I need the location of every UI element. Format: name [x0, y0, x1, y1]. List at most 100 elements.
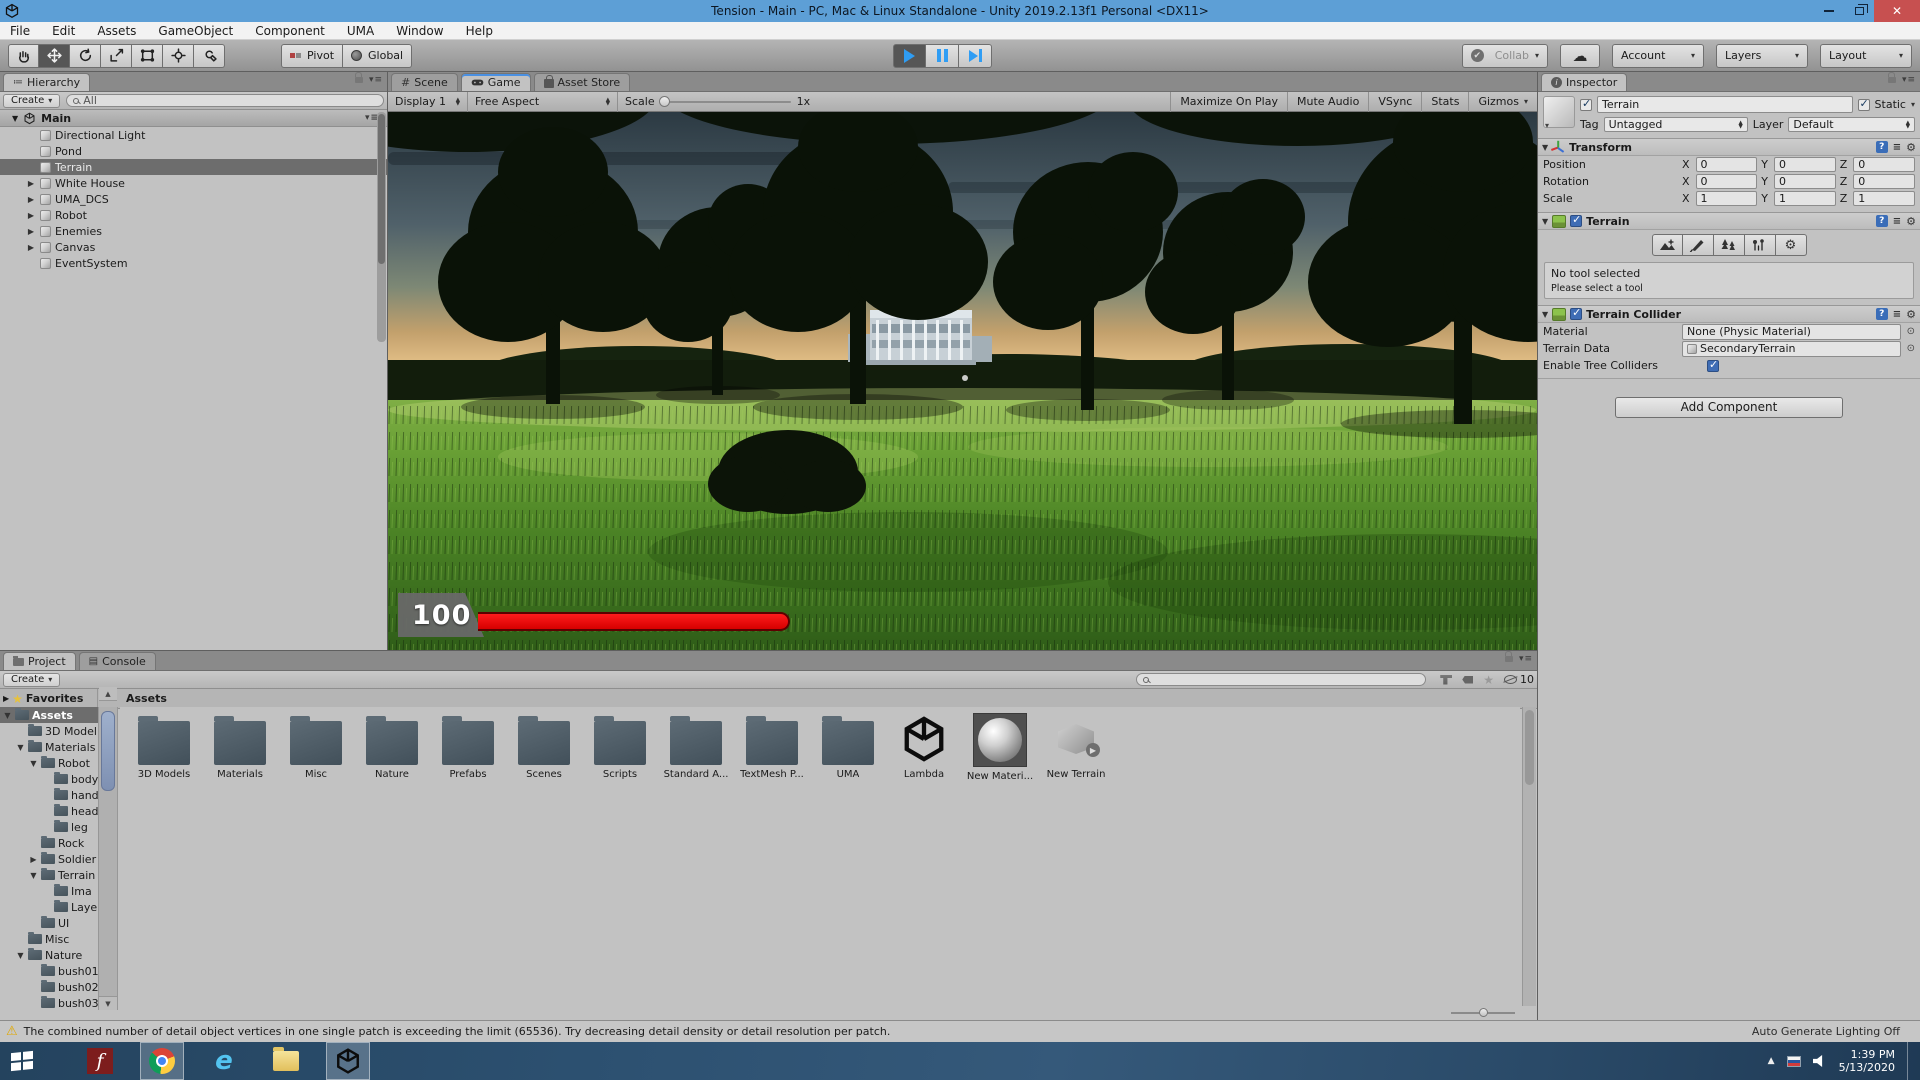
tree-colliders-checkbox[interactable]	[1707, 360, 1719, 372]
tag-dropdown[interactable]: Untagged	[1604, 117, 1748, 132]
scrollbar-thumb[interactable]	[101, 711, 115, 791]
expand-arrow[interactable]: ▼	[3, 711, 12, 720]
terrain-details-tool-button[interactable]	[1745, 234, 1776, 256]
taskbar-explorer-icon[interactable]	[264, 1042, 308, 1080]
gear-icon[interactable]: ⚙	[1906, 142, 1916, 153]
expand-arrow[interactable]: ▶	[3, 694, 9, 703]
scale-slider-knob[interactable]	[659, 96, 670, 107]
tree-row[interactable]: ▶Soldier	[0, 851, 98, 867]
scroll-down-button[interactable]: ▼	[99, 996, 117, 1010]
gizmos-dropdown[interactable]: Gizmos▾	[1469, 92, 1537, 112]
expand-arrow[interactable]: ▼	[16, 743, 25, 752]
asset-item[interactable]: Misc	[278, 713, 354, 780]
hierarchy-item[interactable]: ▶Canvas	[0, 239, 387, 255]
add-component-button[interactable]: Add Component	[1615, 397, 1843, 418]
tree-row[interactable]: ▼Nature	[0, 947, 98, 963]
terrain-component-header[interactable]: ▼ Terrain ?≡⚙	[1538, 212, 1920, 230]
global-button[interactable]: Global	[343, 44, 412, 68]
panel-menu-icon[interactable]: ▾≡	[1519, 654, 1533, 664]
tree-row[interactable]: UI	[0, 915, 98, 931]
tree-row[interactable]: bush02	[0, 979, 98, 995]
expand-arrow[interactable]: ▼	[1542, 143, 1548, 152]
expand-arrow[interactable]: ▶	[26, 243, 36, 252]
terrain-paint-tool-button[interactable]	[1683, 234, 1714, 256]
menu-assets[interactable]: Assets	[97, 24, 136, 38]
restore-button[interactable]	[1844, 0, 1874, 22]
expand-arrow[interactable]: ▶	[26, 195, 36, 204]
scrollbar-thumb[interactable]	[1525, 710, 1534, 785]
hierarchy-create-button[interactable]: Create▾	[3, 94, 60, 108]
layer-dropdown[interactable]: Default	[1788, 117, 1915, 132]
rotation-y-field[interactable]: 0	[1774, 174, 1836, 189]
tree-row[interactable]: 3D Model	[0, 723, 98, 739]
game-tab[interactable]: Game	[461, 73, 531, 91]
gear-icon[interactable]: ⚙	[1906, 309, 1916, 320]
object-icon[interactable]	[1543, 96, 1575, 128]
scroll-up-button[interactable]: ▲	[99, 687, 117, 701]
rotation-z-field[interactable]: 0	[1853, 174, 1915, 189]
menu-gameobject[interactable]: GameObject	[158, 24, 233, 38]
minimize-button[interactable]	[1814, 0, 1844, 22]
hierarchy-search-input[interactable]: All	[66, 94, 384, 107]
help-icon[interactable]: ?	[1876, 215, 1888, 227]
object-picker-icon[interactable]: ⊙	[1907, 343, 1915, 354]
position-z-field[interactable]: 0	[1853, 157, 1915, 172]
zoom-slider-knob[interactable]	[1479, 1008, 1488, 1017]
panel-menu-icon[interactable]: ▾≡	[369, 75, 383, 85]
hierarchy-item[interactable]: Pond	[0, 143, 387, 159]
display-dropdown[interactable]: Display 1	[388, 92, 468, 112]
hierarchy-item-selected[interactable]: Terrain	[0, 159, 387, 175]
asset-store-tab[interactable]: Asset Store	[534, 73, 631, 91]
expand-arrow[interactable]: ▶	[29, 855, 38, 864]
auto-generate-lighting-label[interactable]: Auto Generate Lighting Off	[1752, 1025, 1900, 1038]
tree-row[interactable]: ▼Terrain	[0, 867, 98, 883]
scale-y-field[interactable]: 1	[1774, 191, 1836, 206]
search-by-label-icon[interactable]	[1462, 676, 1473, 684]
menu-help[interactable]: Help	[466, 24, 493, 38]
taskbar-flash-icon[interactable]: f	[78, 1042, 122, 1080]
hierarchy-item[interactable]: ▶Enemies	[0, 223, 387, 239]
account-dropdown[interactable]: Account▾	[1612, 44, 1704, 68]
keyboard-language-icon[interactable]	[1787, 1056, 1801, 1067]
console-tab[interactable]: ▤Console	[79, 652, 156, 670]
aspect-dropdown[interactable]: Free Aspect	[468, 92, 618, 112]
scene-row-main[interactable]: ▼ Main ▾≡	[0, 110, 387, 127]
rotate-tool-button[interactable]	[70, 44, 101, 68]
panel-menu-icon[interactable]: ▾≡	[1902, 75, 1916, 85]
step-button[interactable]	[959, 44, 992, 68]
hierarchy-item[interactable]: ▶UMA_DCS	[0, 191, 387, 207]
asset-zoom-slider[interactable]	[1451, 1008, 1515, 1018]
scene-expand-arrow[interactable]: ▼	[12, 114, 18, 123]
lock-icon[interactable]	[1888, 77, 1896, 83]
menu-component[interactable]: Component	[255, 24, 325, 38]
asset-item[interactable]: UMA	[810, 713, 886, 780]
project-create-button[interactable]: Create▾	[3, 673, 60, 687]
material-field[interactable]: None (Physic Material)	[1682, 324, 1901, 340]
taskbar-chrome-icon[interactable]	[140, 1042, 184, 1080]
stats-button[interactable]: Stats	[1422, 92, 1469, 112]
maximize-on-play-button[interactable]: Maximize On Play	[1171, 92, 1288, 112]
inspector-tab[interactable]: iInspector	[1541, 73, 1627, 91]
gear-icon[interactable]: ⚙	[1906, 216, 1916, 227]
collider-enabled-checkbox[interactable]	[1570, 308, 1582, 320]
terrain-enabled-checkbox[interactable]	[1570, 215, 1582, 227]
tree-row[interactable]: Rock	[0, 835, 98, 851]
favorites-filter-icon[interactable]: ★	[1483, 673, 1494, 687]
static-checkbox[interactable]	[1858, 99, 1870, 111]
help-icon[interactable]: ?	[1876, 308, 1888, 320]
tree-row[interactable]: Misc	[0, 931, 98, 947]
asset-item[interactable]: 3D Models	[126, 713, 202, 780]
volume-icon[interactable]	[1813, 1055, 1827, 1067]
asset-item[interactable]: Nature	[354, 713, 430, 780]
static-caret-icon[interactable]: ▾	[1911, 100, 1915, 109]
expand-arrow[interactable]: ▶	[26, 179, 36, 188]
pivot-button[interactable]: Pivot	[281, 44, 343, 68]
tree-row[interactable]: ▼Materials	[0, 739, 98, 755]
asset-item[interactable]: Scenes	[506, 713, 582, 780]
lock-icon[interactable]	[1505, 656, 1513, 662]
hierarchy-scrollbar[interactable]	[377, 112, 386, 342]
scale-x-field[interactable]: 1	[1696, 191, 1758, 206]
terrain-data-field[interactable]: SecondaryTerrain	[1682, 341, 1901, 357]
transform-tool-button[interactable]	[163, 44, 194, 68]
expand-arrow[interactable]: ▼	[16, 951, 25, 960]
